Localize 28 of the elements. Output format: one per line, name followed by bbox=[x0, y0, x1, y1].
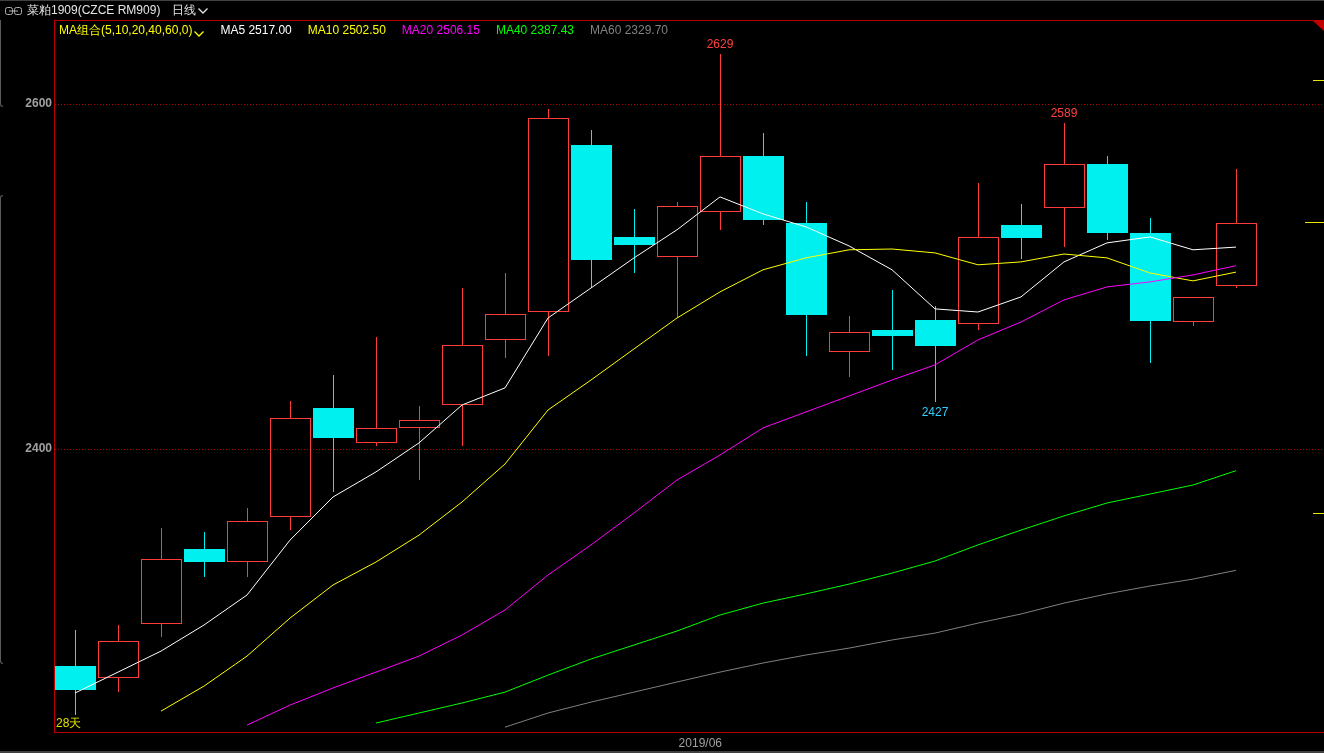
candlestick bbox=[227, 507, 268, 578]
ma-legend-value: MA5 2517.00 bbox=[220, 23, 292, 38]
chevron-down-icon bbox=[194, 30, 205, 37]
candlestick bbox=[1173, 297, 1214, 327]
candlestick bbox=[98, 624, 139, 693]
candlestick bbox=[184, 531, 225, 578]
ma-legend-value: MA40 2387.43 bbox=[495, 23, 574, 38]
high-price-label: 2589 bbox=[1050, 105, 1078, 120]
y-axis-label: 2400 bbox=[25, 440, 52, 455]
high-price-label: 2629 bbox=[706, 36, 734, 51]
y-axis-label: 2600 bbox=[25, 95, 52, 110]
day-count-label: 28天 bbox=[56, 717, 82, 730]
ma-legend-value: MA60 2329.70 bbox=[590, 23, 669, 38]
indicator-dropdown[interactable]: MA组合(5,10,20,40,60,0) bbox=[59, 23, 205, 38]
axis-tick-mark bbox=[1304, 222, 1324, 223]
candlestick bbox=[614, 208, 655, 274]
chain-link-icon bbox=[5, 6, 22, 15]
ma-legend-value: MA10 2502.50 bbox=[307, 23, 386, 38]
axis-tick-mark bbox=[1312, 80, 1324, 81]
symbol-title: 菜粕1909(CZCE RM909) bbox=[27, 2, 161, 19]
low-price-label: 2427 bbox=[921, 405, 949, 420]
candlestick bbox=[829, 315, 870, 378]
candlestick bbox=[1001, 203, 1042, 260]
axis-tick-mark bbox=[1312, 513, 1324, 514]
ma-legend-value: MA20 2506.15 bbox=[401, 23, 480, 38]
chevron-down-icon bbox=[198, 7, 209, 14]
x-axis-label: 2019/06 bbox=[678, 736, 722, 750]
period-dropdown[interactable]: 日线 bbox=[172, 3, 209, 18]
